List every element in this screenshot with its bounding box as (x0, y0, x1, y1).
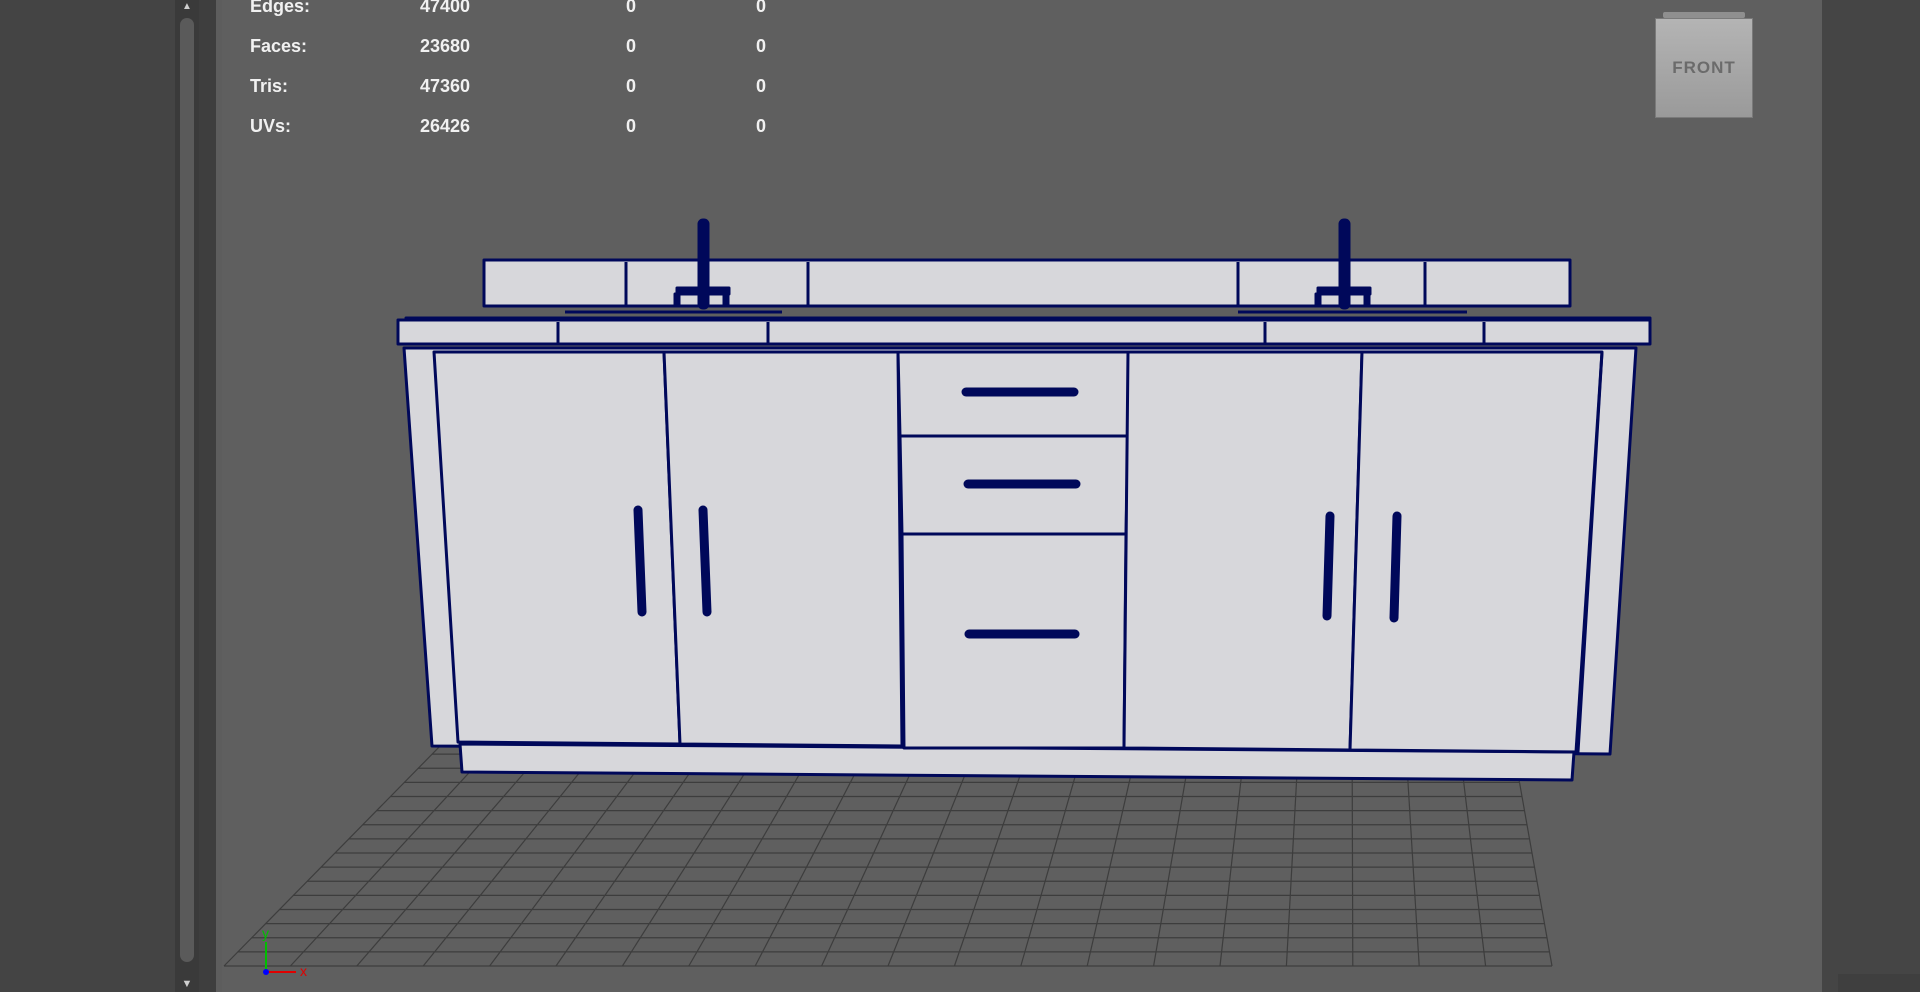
vertical-scrollbar[interactable]: ▲ ▼ (175, 0, 199, 992)
left-panel (0, 0, 178, 992)
countertop-front[interactable] (396, 318, 1652, 346)
axis-x-label: x (300, 963, 307, 979)
kitchen-cabinet-model[interactable] (396, 218, 1652, 782)
scroll-down-arrow-icon[interactable]: ▼ (175, 976, 199, 992)
drawer-bottom[interactable] (900, 532, 1128, 750)
scroll-up-arrow-icon[interactable]: ▲ (175, 0, 199, 12)
right-panel-footer (1838, 974, 1920, 992)
cabinet-door-left-2[interactable] (662, 350, 904, 748)
axis-y-label: y (262, 925, 269, 941)
backsplash[interactable] (482, 258, 1572, 308)
right-panel (1822, 0, 1920, 992)
cabinet-door-right-2[interactable] (1348, 350, 1604, 754)
scene-canvas[interactable] (222, 0, 1822, 992)
3d-viewport[interactable]: Edges: 47400 0 0 Faces: 23680 0 0 Tris: … (222, 0, 1822, 992)
scroll-thumb[interactable] (180, 18, 194, 962)
axis-gizmo-icon: y x (262, 925, 307, 979)
